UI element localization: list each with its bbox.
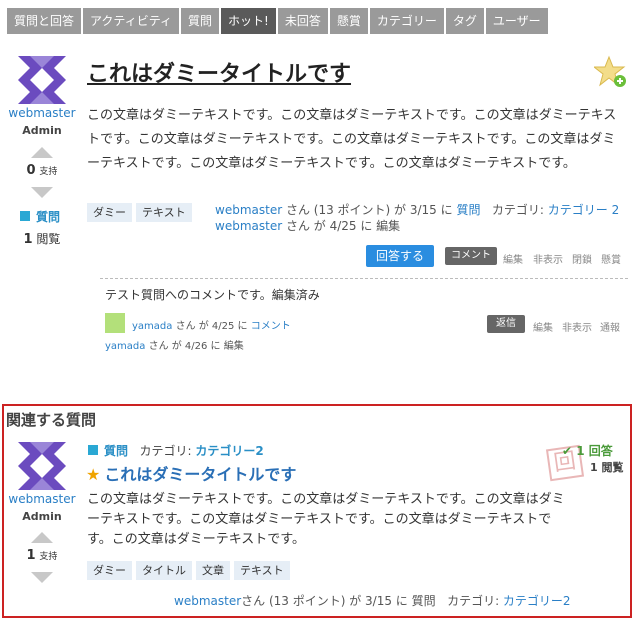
bounty-link[interactable]: 懸賞 [601,251,621,266]
question-type-icon [20,211,30,221]
hide-link[interactable]: 非表示 [533,251,563,266]
meta-category-label: カテゴリ: [491,203,548,217]
vote-count-value: 0 [26,163,36,178]
nav-tab-categories[interactable]: カテゴリー [369,8,444,34]
comment-meta-line1: yamada さん が 4/25 に コメント [132,317,291,332]
close-link[interactable]: 閉鎖 [572,251,592,266]
comment-hide-link[interactable]: 非表示 [562,319,592,334]
related-answers: ✔ 1 回答 [562,444,613,458]
comment-meta-text: さん が 4/25 に [172,321,251,332]
comment-permalink[interactable]: コメント [251,321,291,332]
related-type-label: 質問 [104,444,129,458]
question-tags: ダミー テキスト [87,203,192,222]
meta-editor-link[interactable]: webmaster [215,219,282,233]
comment-meta-line2: yamada さん が 4/26 に 編集 [105,337,244,352]
meta-edit-text: さん が 4/25 に 編集 [282,219,401,233]
views-value: 1 [23,232,33,247]
related-category-link[interactable]: カテゴリー2 [195,444,263,458]
related-avatar[interactable] [18,442,66,490]
tag[interactable]: ダミー [87,203,132,222]
meta-text: さん (13 ポイント) が 3/15 に [282,203,457,217]
commenter-link[interactable]: yamada [132,321,172,332]
tag[interactable]: テキスト [234,561,290,580]
comment-divider [100,278,628,279]
question-meta-line1: webmaster さん (13 ポイント) が 3/15 に 質問 カテゴリ:… [215,202,619,218]
nav-tab-hot[interactable]: ホット! [221,8,276,34]
views-count: 1 閲覧 [12,230,72,247]
vote-up-icon[interactable] [31,147,53,158]
related-views: 1 閲覧 [590,461,624,474]
tag[interactable]: 文章 [196,561,230,580]
favorite-star-icon[interactable] [594,55,628,89]
meta-user-link[interactable]: webmaster [215,203,282,217]
related-question-title[interactable]: ★ これはダミータイトルです [86,461,296,485]
nav-tab-questions[interactable]: 質問 [180,8,219,34]
related-vote-value: 1 [26,548,36,563]
nav-tab-bounty[interactable]: 懸賞 [329,8,368,34]
vote-down-icon[interactable] [31,187,53,198]
related-vote-label: 支持 [39,552,58,562]
answer-button[interactable]: 回答する [366,245,434,267]
related-meta-category-label: カテゴリ: [447,594,503,608]
nav-tab-unanswered[interactable]: 未回答 [277,8,328,34]
related-author-role: Admin [22,510,62,523]
related-meta: webmasterさん (13 ポイント) が 3/15 に 質問 カテゴリ: … [174,593,571,609]
related-meta-text: さん (13 ポイント) が 3/15 に 質問 [241,594,436,608]
related-vote-count: 1 支持 [12,548,72,563]
avatar[interactable] [18,56,66,104]
related-body: この文章はダミーテキストです。この文章はダミーテキストです。この文章はダミーテキ… [87,492,565,547]
nav-tab-tags[interactable]: タグ [445,8,484,34]
related-tags: ダミー タイトル 文章 テキスト [87,561,290,580]
tag[interactable]: タイトル [136,561,192,580]
question-meta-line2: webmaster さん が 4/25 に 編集 [215,218,400,234]
meta-category-link[interactable]: カテゴリー 2 [548,203,619,217]
related-meta-category-link[interactable]: カテゴリー2 [503,594,571,608]
question-type: 質問 [20,208,60,225]
question-type-label: 質問 [36,210,61,224]
related-type-icon [88,445,98,455]
comment-edit-link[interactable]: 編集 [533,319,553,334]
related-author-link[interactable]: webmaster [2,492,82,506]
vote-count: 0 支持 [12,163,72,178]
meta-type-link[interactable]: 質問 [456,203,480,217]
nav-tab-activity[interactable]: アクティビティ [83,8,179,34]
star-icon: ★ [86,465,101,484]
related-title-text[interactable]: これはダミータイトルです [104,465,296,484]
related-answers-count: 1 回答 [576,444,613,458]
tag[interactable]: ダミー [87,561,132,580]
main-nav: 質問と回答 アクティビティ 質問 ホット! 未回答 懸賞 カテゴリー タグ ユー… [7,8,548,34]
tag[interactable]: テキスト [136,203,192,222]
related-vote-up-icon[interactable] [31,532,53,543]
reply-button[interactable]: 返信 [487,315,525,333]
related-vote-down-icon[interactable] [31,572,53,583]
author-link[interactable]: webmaster [2,106,82,120]
nav-tab-qa[interactable]: 質問と回答 [7,8,82,34]
related-type: 質問 カテゴリ: カテゴリー2 [88,442,264,459]
nav-tab-users[interactable]: ユーザー [485,8,548,34]
comment-text: テスト質問へのコメントです。編集済み [105,288,320,302]
question-title[interactable]: これはダミータイトルです [87,56,351,88]
comment-editor-link[interactable]: yamada [105,341,145,352]
comment-button[interactable]: コメント [445,247,497,265]
edit-link[interactable]: 編集 [503,251,523,266]
related-category-label: カテゴリ: [139,444,196,458]
question-body: この文章はダミーテキストです。この文章はダミーテキストです。この文章はダミーテキ… [87,108,617,171]
author-role: Admin [22,124,62,137]
related-meta-user-link[interactable]: webmaster [174,594,241,608]
comment-edit-text: さん が 4/26 に 編集 [145,341,244,352]
commenter-avatar[interactable] [105,313,125,333]
vote-count-label: 支持 [39,167,58,177]
related-heading: 関連する質問 [6,411,97,429]
comment-flag-link[interactable]: 通報 [600,319,620,334]
views-label: 閲覧 [36,232,61,246]
